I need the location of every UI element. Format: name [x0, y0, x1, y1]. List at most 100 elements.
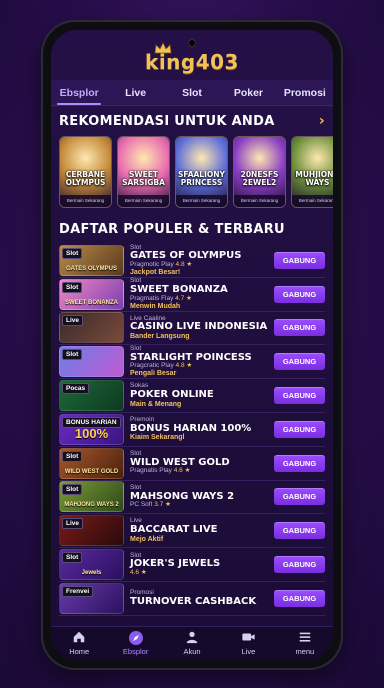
game-card[interactable]: CERBANE OLYMPUS Bermain Sekarang: [59, 136, 112, 208]
game-list-item[interactable]: Slot WILD WEST GOLD Slot WILD WEST GOLD Prag…: [59, 447, 325, 481]
game-list-item[interactable]: Frenvei Promosi TURNOVER CASHBACK GABUNG: [59, 582, 325, 616]
game-meta: Pragmotic Play 4.8 ★: [130, 260, 274, 269]
game-card-footer: Bermain Sekarang: [118, 195, 169, 207]
game-list-item[interactable]: Slot GATES OLYMPUS Slot GATES OF OLYMPUS Pra…: [59, 244, 325, 278]
nav-home[interactable]: Home: [51, 627, 107, 660]
game-list-item[interactable]: Pocas Sokas POKER ONLINE Main & Menang GABUN…: [59, 379, 325, 413]
game-subtitle: Kiaim Sekarangl: [130, 434, 185, 442]
recommended-title: REKOMENDASI UNTUK ANDA: [59, 113, 275, 129]
tab-slot[interactable]: Slot: [164, 80, 220, 106]
game-card-title: SFAALIONY PRINCESS: [178, 170, 225, 187]
chevron-right-icon[interactable]: ›: [319, 113, 325, 129]
game-rating: 4.6: [130, 568, 140, 576]
game-card[interactable]: SFAALIONY PRINCESS Bermain Sekarang: [175, 136, 228, 208]
star-icon: ★: [182, 467, 191, 475]
game-rating: 4.6: [173, 467, 183, 475]
game-thumbnail[interactable]: BONUS HARIAN 100%: [59, 413, 124, 445]
game-subtitle: Mejo Aktif: [130, 535, 164, 543]
join-button[interactable]: GABUNG: [274, 387, 325, 405]
join-button[interactable]: GABUNG: [274, 556, 325, 574]
game-list-item[interactable]: Slot MAHJONG WAYS 2 Slot MAHSONG WAYS 2 PC S…: [59, 481, 325, 515]
game-card[interactable]: MUHJIONG WAYS Bermain Sekarang: [291, 136, 333, 208]
bottom-navigation: Home Ebsplor Akun Live menu: [51, 626, 333, 660]
game-thumbnail[interactable]: Slot: [59, 346, 124, 378]
game-list-item[interactable]: Live Live Caaline CASINO LIVE INDONESIA Ban…: [59, 312, 325, 346]
join-button[interactable]: GABUNG: [274, 454, 325, 472]
game-info: Promosi TURNOVER CASHBACK: [124, 589, 274, 607]
phone-frame: king403 Ebsplor Live Slot Poker Promosi REKO…: [43, 22, 341, 668]
game-thumbnail[interactable]: Slot Jewels: [59, 549, 124, 581]
camera-dot: [188, 39, 196, 47]
tab-ebsplor[interactable]: Ebsplor: [51, 80, 107, 106]
game-card[interactable]: 20NESFS 2EWEL2 Bermain Sekarang: [233, 136, 286, 208]
game-provider: Pragcratic Play: [130, 362, 174, 370]
game-provider: Pragmotic Play: [130, 260, 174, 268]
thumbnail-tag: Slot: [62, 281, 83, 293]
game-meta: Pragcratic Play 4.8 ★: [130, 362, 274, 370]
thumbnail-tag: Slot: [62, 349, 83, 361]
thumbnail-tag: Slot: [62, 484, 83, 496]
tab-poker[interactable]: Poker: [220, 80, 276, 106]
game-list-item[interactable]: Slot Jewels Slot JOKER'S JEWELS 4.6 ★ GABUNG: [59, 548, 325, 582]
nav-ebsplor[interactable]: Ebsplor: [107, 627, 163, 660]
recommended-carousel[interactable]: CERBANE OLYMPUS Bermain Sekarang SWEET SAR…: [51, 136, 333, 210]
nav-label: Home: [69, 647, 90, 656]
star-icon: ★: [184, 294, 192, 302]
join-button[interactable]: GABUNG: [274, 251, 325, 269]
game-name: JOKER'S JEWELS: [130, 558, 221, 570]
join-button[interactable]: GABUNG: [274, 522, 325, 540]
game-info: Slot JOKER'S JEWELS 4.6 ★: [124, 552, 274, 577]
game-thumbnail[interactable]: Live: [59, 515, 124, 547]
game-name: CASINO LIVE INDONESIA: [130, 321, 268, 333]
game-thumbnail[interactable]: Slot SWEET BONANZA: [59, 278, 124, 310]
menu-icon: [277, 630, 333, 646]
game-provider: Pragnatis Play: [130, 467, 172, 475]
nav-label: Ebsplor: [122, 647, 149, 656]
game-thumbnail[interactable]: Pocas: [59, 380, 124, 412]
game-info: Live Caaline CASINO LIVE INDONESIA Bander …: [124, 315, 274, 341]
tab-live[interactable]: Live: [107, 80, 163, 106]
star-icon: ★: [184, 362, 193, 370]
thumbnail-tag: Frenvei: [62, 585, 94, 597]
popular-header: DAFTAR POPULER & TERBARU: [51, 214, 333, 244]
recommended-header: REKOMENDASI UNTUK ANDA ›: [51, 106, 333, 136]
join-button[interactable]: GABUNG: [274, 420, 325, 438]
thumbnail-tag: Live: [62, 315, 84, 327]
join-button[interactable]: GABUNG: [274, 285, 325, 303]
game-card[interactable]: SWEET SARSIGBA Bermain Sekarang: [117, 136, 170, 208]
join-button[interactable]: GABUNG: [274, 488, 325, 506]
game-info: Slot WILD WEST GOLD Pragnatis Play 4.6 ★: [124, 450, 274, 475]
game-thumbnail[interactable]: Slot MAHJONG WAYS 2: [59, 481, 124, 513]
game-list-item[interactable]: Slot SWEET BONANZA Slot SWEET BONANZA Pragma…: [59, 278, 325, 312]
star-icon: ★: [163, 501, 171, 509]
game-info: Slot SWEET BONANZA Pragmatis Flay 4.7 ★ Men…: [124, 278, 274, 310]
game-list-item[interactable]: Live Live BACCARAT LIVE Mejo Aktif GABUNG: [59, 514, 325, 549]
thumbnail-tag: Pocas: [62, 383, 90, 395]
nav-live[interactable]: Live: [220, 627, 276, 660]
explore-icon: [107, 630, 163, 646]
thumbnail-tag: Live: [62, 518, 84, 530]
nav-menu[interactable]: menu: [277, 627, 333, 660]
game-thumbnail[interactable]: Slot WILD WEST GOLD: [59, 447, 124, 479]
join-button[interactable]: GABUNG: [274, 589, 325, 607]
game-info: Slot GATES OF OLYMPUS Pragmotic Play 4.8 ★…: [124, 244, 274, 276]
game-name: BACCARAT LIVE: [130, 524, 218, 536]
join-button[interactable]: GABUNG: [274, 353, 325, 371]
video-icon: [220, 630, 276, 646]
game-thumbnail[interactable]: Live: [59, 312, 124, 344]
game-list-item[interactable]: Slot Slot STARLIGHT POINCESS Pragcratic Pla…: [59, 345, 325, 380]
thumbnail-title: Jewels: [81, 570, 102, 577]
game-rating: 4.8: [175, 362, 185, 370]
tab-promosi[interactable]: Promosi: [277, 80, 333, 106]
app-header: king403: [51, 30, 333, 80]
game-thumbnail[interactable]: Slot GATES OLYMPUS: [59, 244, 124, 276]
popular-title: DAFTAR POPULER & TERBARU: [59, 221, 285, 237]
thumbnail-tag: Slot: [62, 247, 83, 259]
game-subtitle: Jackpot Besar!: [130, 268, 181, 276]
nav-akun[interactable]: Akun: [164, 627, 220, 660]
game-list-item[interactable]: BONUS HARIAN 100% Premoin BONUS HARIAN 100%…: [59, 413, 325, 447]
game-card-title: 20NESFS 2EWEL2: [240, 170, 279, 187]
join-button[interactable]: GABUNG: [274, 319, 325, 337]
category-tabs: Ebsplor Live Slot Poker Promosi: [51, 80, 333, 106]
game-thumbnail[interactable]: Frenvei: [59, 582, 124, 614]
